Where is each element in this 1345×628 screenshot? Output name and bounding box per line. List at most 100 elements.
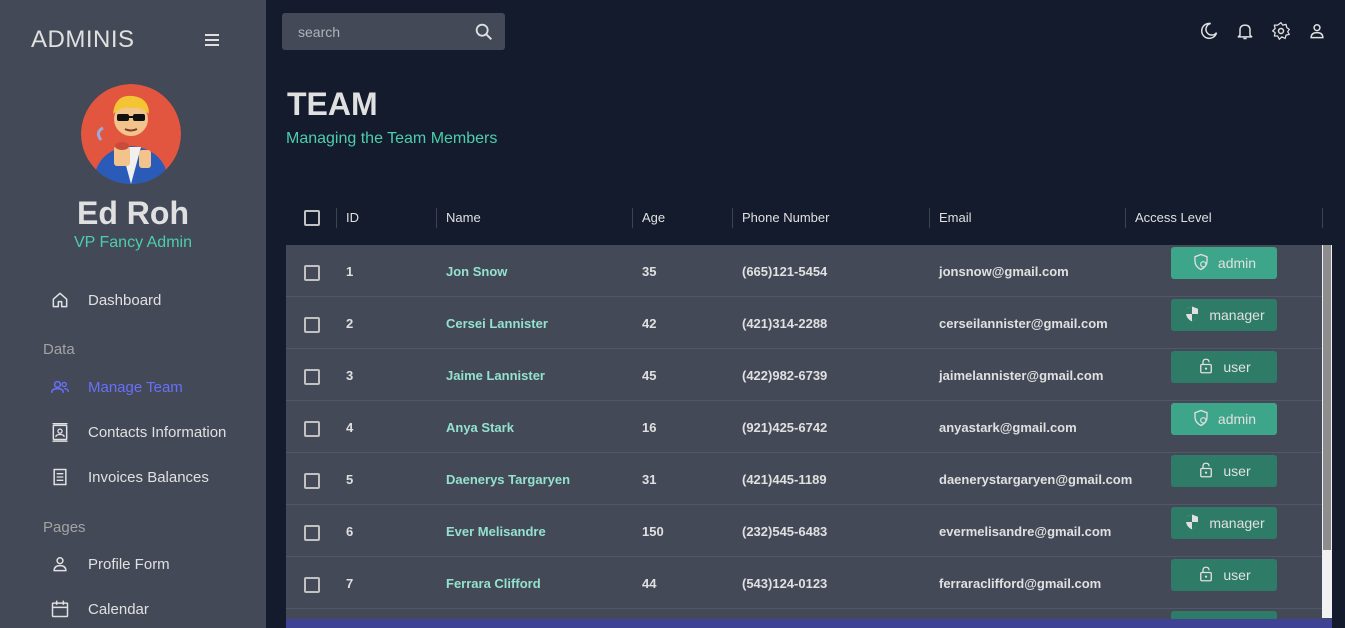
cell-id: 2 [346,316,354,331]
search-input[interactable] [282,23,462,40]
access-badge-user[interactable]: user [1171,351,1277,383]
search-bar [282,13,505,50]
access-label: admin [1217,255,1257,271]
profile-name: Ed Roh [77,195,189,231]
column-separator[interactable] [929,208,930,228]
column-separator[interactable] [1125,208,1126,228]
cell-phone: (921)425-6742 [742,420,828,435]
select-all-checkbox[interactable] [304,210,320,226]
cell-email: cerseilannister@gmail.com [939,316,1108,331]
sidebar-item-calendar[interactable]: Calendar [48,597,149,621]
sidebar-item-invoices[interactable]: Invoices Balances [48,465,209,489]
sidebar-item-label: Profile Form [88,555,170,573]
row-checkbox[interactable] [304,317,320,333]
table-row[interactable]: 7 Ferrara Clifford 44 (543)124-0123 ferr… [286,557,1322,609]
sidebar-section-pages: Pages [43,519,86,536]
column-separator[interactable] [336,208,337,228]
person-icon [48,552,72,576]
column-header-id[interactable]: ID [346,210,359,225]
cell-phone: (421)314-2288 [742,316,828,331]
access-badge-manager[interactable]: manager [1171,507,1277,539]
row-checkbox[interactable] [304,421,320,437]
cell-email: daenerystargaryen@gmail.com [939,472,1133,487]
column-header-name[interactable]: Name [446,210,481,225]
account-icon[interactable] [1305,19,1329,43]
contacts-icon [48,420,72,444]
cell-age: 150 [642,524,664,539]
cell-id: 6 [346,524,354,539]
cell-email: evermelisandre@gmail.com [939,524,1112,539]
cell-email: jonsnow@gmail.com [939,264,1069,279]
dark-mode-icon[interactable] [1197,19,1221,43]
access-badge-user[interactable]: user [1171,455,1277,487]
access-badge-user[interactable]: user [1171,559,1277,591]
search-icon[interactable] [473,21,495,43]
table-row[interactable]: 3 Jaime Lannister 45 (422)982-6739 jaime… [286,349,1322,401]
table-row[interactable]: 5 Daenerys Targaryen 31 (421)445-1189 da… [286,453,1322,505]
table-row[interactable]: 6 Ever Melisandre 150 (232)545-6483 ever… [286,505,1322,557]
cell-id: 3 [346,368,354,383]
column-header-phone[interactable]: Phone Number [742,210,829,225]
table-header: ID Name Age Phone Number Email Access Le… [286,192,1332,245]
cell-age: 16 [642,420,657,435]
cell-id: 5 [346,472,354,487]
table-row[interactable]: 4 Anya Stark 16 (921)425-6742 anyastark@… [286,401,1322,453]
column-separator[interactable] [732,208,733,228]
cell-email: ferraraclifford@gmail.com [939,576,1102,591]
row-checkbox[interactable] [304,369,320,385]
row-checkbox[interactable] [304,265,320,281]
cell-phone: (421)445-1189 [742,472,827,487]
home-icon [48,288,72,312]
table-row[interactable]: 1 Jon Snow 35 (665)121-5454 jonsnow@gmai… [286,245,1322,297]
access-badge-admin[interactable]: admin [1171,403,1277,435]
row-checkbox[interactable] [304,525,320,541]
column-header-age[interactable]: Age [642,210,665,225]
row-checkbox[interactable] [304,577,320,593]
notifications-icon[interactable] [1233,19,1257,43]
settings-icon[interactable] [1269,19,1293,43]
column-separator[interactable] [436,208,437,228]
page-title: TEAM [287,86,378,122]
cell-email: anyastark@gmail.com [939,420,1077,435]
column-separator[interactable] [1322,208,1323,228]
table-row[interactable]: 2 Cersei Lannister 42 (421)314-2288 cers… [286,297,1322,349]
team-data-grid: ID Name Age Phone Number Email Access Le… [286,192,1332,628]
sidebar-item-dashboard[interactable]: Dashboard [48,288,161,312]
column-separator[interactable] [632,208,633,228]
access-badge-admin[interactable]: admin [1171,247,1277,279]
page-subtitle: Managing the Team Members [286,130,498,147]
row-checkbox[interactable] [304,473,320,489]
scrollbar-thumb[interactable] [1323,245,1331,550]
cell-age: 42 [642,316,657,331]
access-badge-manager[interactable]: manager [1171,299,1277,331]
access-label: manager [1209,307,1265,323]
access-label: user [1223,359,1251,375]
cell-name: Daenerys Targaryen [446,472,571,487]
avatar [81,84,181,184]
access-label: user [1223,463,1251,479]
sidebar-item-manage-team[interactable]: Manage Team [48,375,183,399]
lock-open-icon [1197,565,1215,586]
sidebar-item-label: Contacts Information [88,423,227,441]
cell-name: Jon Snow [446,264,508,279]
security-shield-icon [1183,513,1201,534]
topbar-icons [1197,19,1329,43]
cell-name: Cersei Lannister [446,316,548,331]
sidebar-item-contacts[interactable]: Contacts Information [48,420,226,444]
access-label: admin [1217,411,1257,427]
brand-title: ADMINIS [31,26,135,53]
cell-age: 31 [642,472,657,487]
lock-open-icon [1197,461,1215,482]
people-icon [48,375,72,399]
column-header-email[interactable]: Email [939,210,972,225]
cell-email: jaimelannister@gmail.com [939,368,1104,383]
column-header-access[interactable]: Access Level [1135,210,1212,225]
sidebar-item-label: Manage Team [88,378,183,396]
sidebar-item-profile-form[interactable]: Profile Form [48,552,170,576]
cell-name: Anya Stark [446,420,514,435]
table-footer [286,619,1332,628]
menu-toggle-icon[interactable] [200,28,224,52]
cell-phone: (543)124-0123 [742,576,828,591]
cell-name: Jaime Lannister [446,368,545,383]
sidebar: ADMINIS Ed Roh VP Fancy Admin Dashboard … [0,0,266,628]
